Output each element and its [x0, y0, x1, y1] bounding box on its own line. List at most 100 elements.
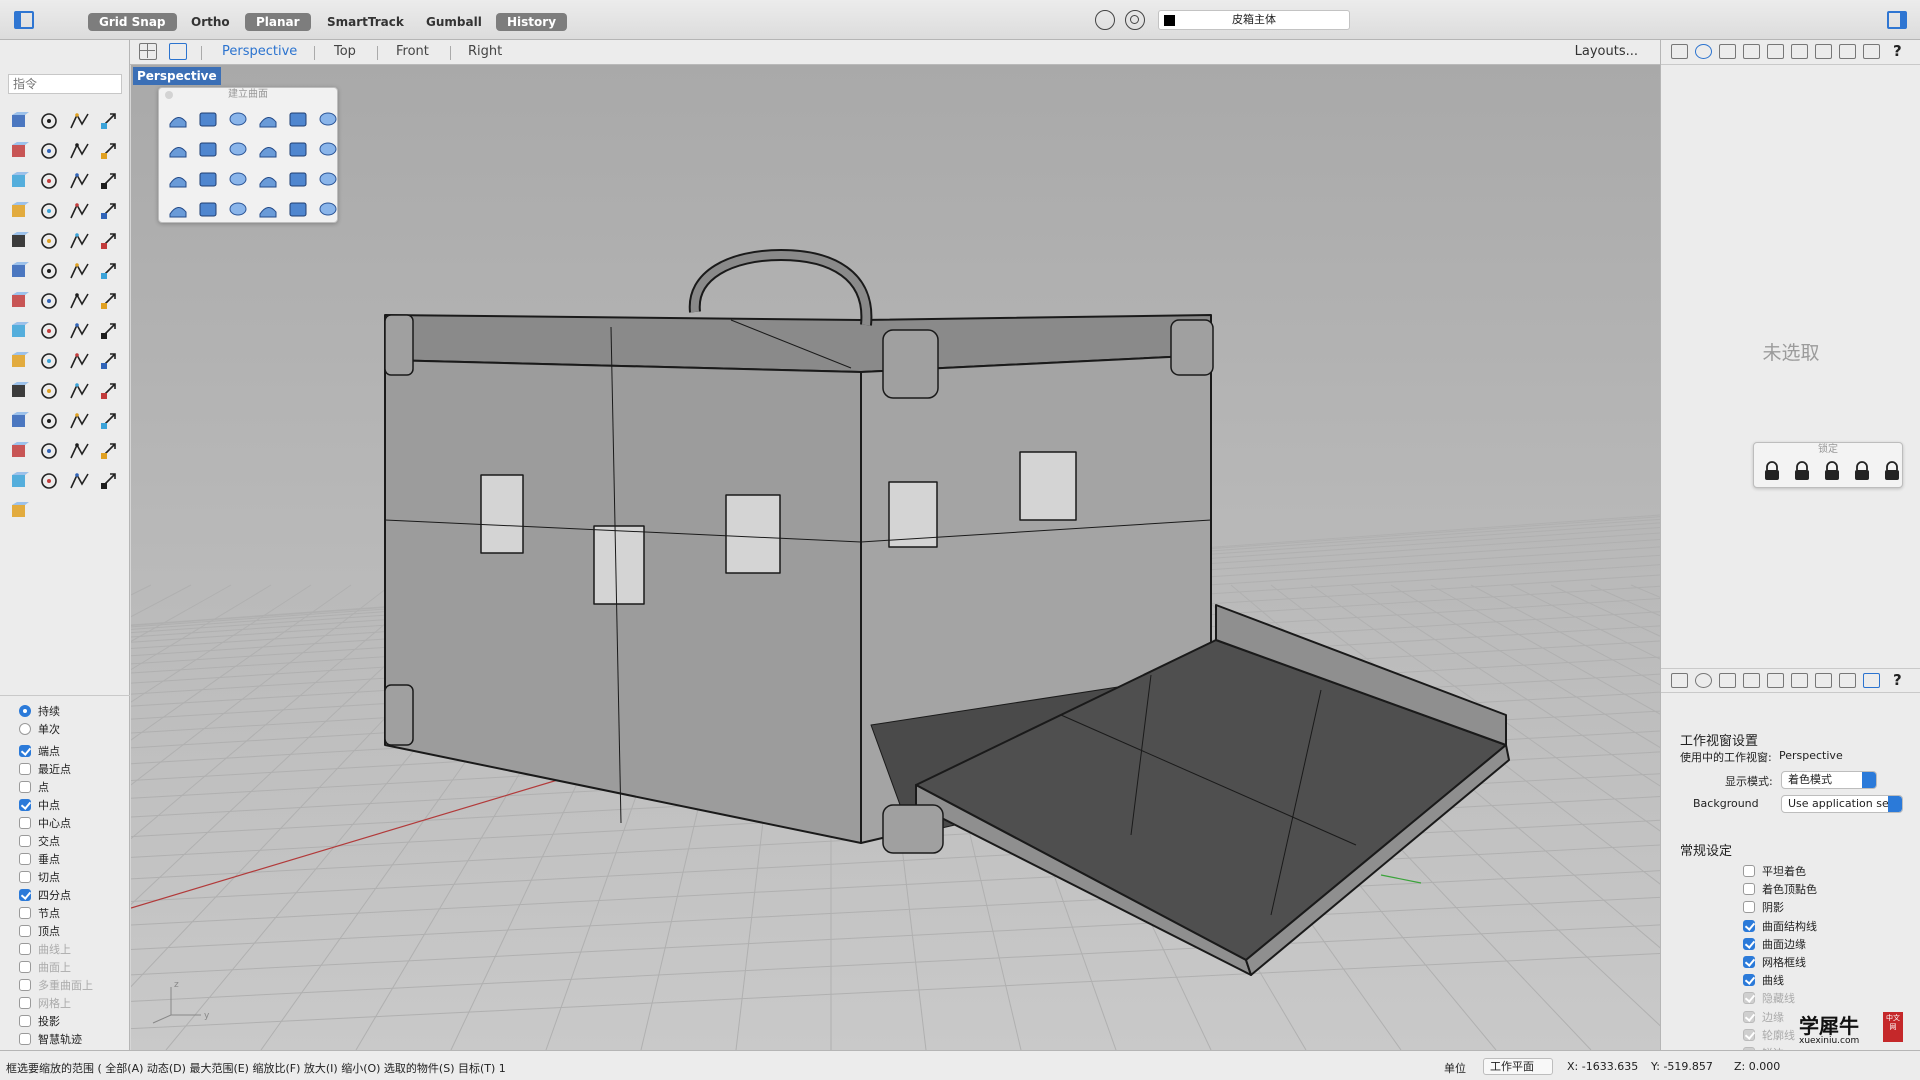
paint-bucket-tool[interactable] — [94, 346, 124, 376]
snap-13-row[interactable]: 多重曲面上 — [0, 976, 130, 994]
snap-checkbox[interactable] — [19, 745, 31, 757]
properties-icon[interactable] — [1695, 44, 1712, 59]
display-option-row[interactable]: 阴影 — [1743, 898, 1784, 916]
extrude-surface-tool[interactable] — [94, 196, 124, 226]
zoom-extents-tool[interactable] — [64, 376, 94, 406]
color-wheel-tool[interactable] — [94, 436, 124, 466]
ellipse-tool[interactable] — [34, 136, 64, 166]
blend-curve-tool[interactable] — [64, 256, 94, 286]
explode-icon-tool[interactable] — [34, 226, 64, 256]
option-checkbox[interactable] — [1743, 883, 1755, 896]
viewport-title-label[interactable]: Perspective — [133, 67, 221, 85]
snap-checkbox[interactable] — [19, 925, 31, 937]
pen-cursor-tool[interactable] — [94, 466, 124, 496]
help-icon[interactable]: ? — [1893, 671, 1902, 689]
rotate-surface-tool[interactable] — [94, 166, 124, 196]
snap-7-row[interactable]: 切点 — [0, 868, 130, 886]
snap-3-row[interactable]: 中点 — [0, 796, 130, 814]
display-option-row[interactable]: 平坦着色 — [1743, 862, 1806, 880]
text-object-tool[interactable] — [4, 286, 34, 316]
help-icon[interactable]: ? — [1893, 42, 1902, 60]
snap-12-row[interactable]: 曲面上 — [0, 958, 130, 976]
history-toggle[interactable]: History — [496, 13, 568, 31]
cube-icon[interactable] — [1743, 673, 1760, 688]
layouts-button[interactable]: Layouts... — [1575, 44, 1638, 59]
display-option-row[interactable]: 曲线 — [1743, 971, 1784, 989]
lock-selected-icon[interactable] — [1820, 459, 1844, 483]
snap-15-row[interactable]: 投影 — [0, 1012, 130, 1030]
snap-checkbox[interactable] — [19, 817, 31, 829]
layers-icon[interactable] — [1671, 44, 1688, 59]
rail-revolve-tool[interactable] — [163, 134, 193, 164]
blend-surface-tool[interactable] — [313, 134, 343, 164]
dimension-tool[interactable] — [34, 316, 64, 346]
zoom-in-tool[interactable] — [4, 376, 34, 406]
document-icon[interactable] — [1719, 673, 1736, 688]
left-sidebar-toggle-icon[interactable] — [14, 11, 34, 29]
radio-once[interactable] — [19, 723, 31, 735]
select-arrow-tool[interactable] — [4, 106, 34, 136]
snap-mode-once[interactable]: 单次 — [0, 720, 130, 738]
burst-icon-tool[interactable] — [4, 226, 34, 256]
smarttrack-toggle[interactable]: SmartTrack — [316, 13, 415, 31]
analyze-surface-tool[interactable] — [64, 346, 94, 376]
sweep1-rail-tool[interactable] — [253, 194, 283, 224]
display-mode-select[interactable]: 着色模式 — [1781, 771, 1877, 789]
unlock-icon[interactable] — [1790, 459, 1814, 483]
point-tool[interactable] — [34, 106, 64, 136]
option-checkbox[interactable] — [1743, 901, 1755, 914]
close-icon[interactable] — [165, 91, 173, 99]
grid-array-tool[interactable] — [64, 316, 94, 346]
box-solid-tool[interactable] — [4, 196, 34, 226]
lock-icon[interactable] — [1760, 459, 1784, 483]
snap-14-row[interactable]: 网格上 — [0, 994, 130, 1012]
polyline-tool[interactable] — [64, 106, 94, 136]
sun-light-tool[interactable] — [94, 406, 124, 436]
snap-checkbox[interactable] — [19, 889, 31, 901]
panel-icon[interactable] — [1839, 673, 1856, 688]
snap-checkbox[interactable] — [19, 763, 31, 775]
circle-tool[interactable] — [4, 136, 34, 166]
unlock-selected-icon[interactable] — [1880, 459, 1904, 483]
option-checkbox[interactable] — [1743, 1010, 1755, 1023]
document-icon[interactable] — [1719, 44, 1736, 59]
loft-tool[interactable] — [313, 104, 343, 134]
display-option-row[interactable]: 曲面结构线 — [1743, 917, 1817, 935]
pyramid-tool[interactable] — [223, 164, 253, 194]
snap-8-row[interactable]: 四分点 — [0, 886, 130, 904]
split-tool[interactable] — [94, 226, 124, 256]
sweep2-rail-tool[interactable] — [283, 194, 313, 224]
heightfield-tool[interactable] — [313, 164, 343, 194]
lights-icon[interactable] — [1791, 44, 1808, 59]
snap-4-row[interactable]: 中心点 — [0, 814, 130, 832]
lock-swap-icon[interactable] — [1850, 459, 1874, 483]
snap-checkbox[interactable] — [19, 853, 31, 865]
properties-icon[interactable] — [1695, 673, 1712, 688]
arc-polygon-tool[interactable] — [64, 136, 94, 166]
tab-top[interactable]: Top — [334, 44, 356, 59]
surface-tools-palette[interactable]: 建立曲面 — [158, 87, 338, 223]
snap-checkbox[interactable] — [19, 979, 31, 991]
tab-front[interactable]: Front — [396, 44, 429, 59]
car-render-tool[interactable] — [34, 406, 64, 436]
material-tool[interactable] — [4, 346, 34, 376]
lock-palette[interactable]: 锁定 — [1753, 442, 1903, 488]
fillet-surface-tool[interactable] — [163, 194, 193, 224]
magnifier-tool[interactable] — [94, 376, 124, 406]
option-checkbox[interactable] — [1743, 919, 1755, 932]
point-grid-tool[interactable] — [313, 194, 343, 224]
planar-toggle[interactable]: Planar — [245, 13, 311, 31]
notes-icon[interactable] — [1815, 44, 1832, 59]
circle-center-tool[interactable] — [4, 166, 34, 196]
lock-tool[interactable] — [34, 436, 64, 466]
edge-surface-tool[interactable] — [163, 164, 193, 194]
display-option-row[interactable]: 边缘 — [1743, 1008, 1784, 1026]
display-option-row[interactable]: 着色顶點色 — [1743, 880, 1817, 898]
planar-surface-tool[interactable] — [283, 104, 313, 134]
camera-icon[interactable] — [1767, 44, 1784, 59]
array-grid-tool[interactable] — [64, 286, 94, 316]
tube-tool[interactable] — [253, 164, 283, 194]
trim-tool[interactable] — [64, 226, 94, 256]
tab-perspective[interactable]: Perspective — [222, 44, 297, 59]
network-surface-tool[interactable] — [253, 104, 283, 134]
